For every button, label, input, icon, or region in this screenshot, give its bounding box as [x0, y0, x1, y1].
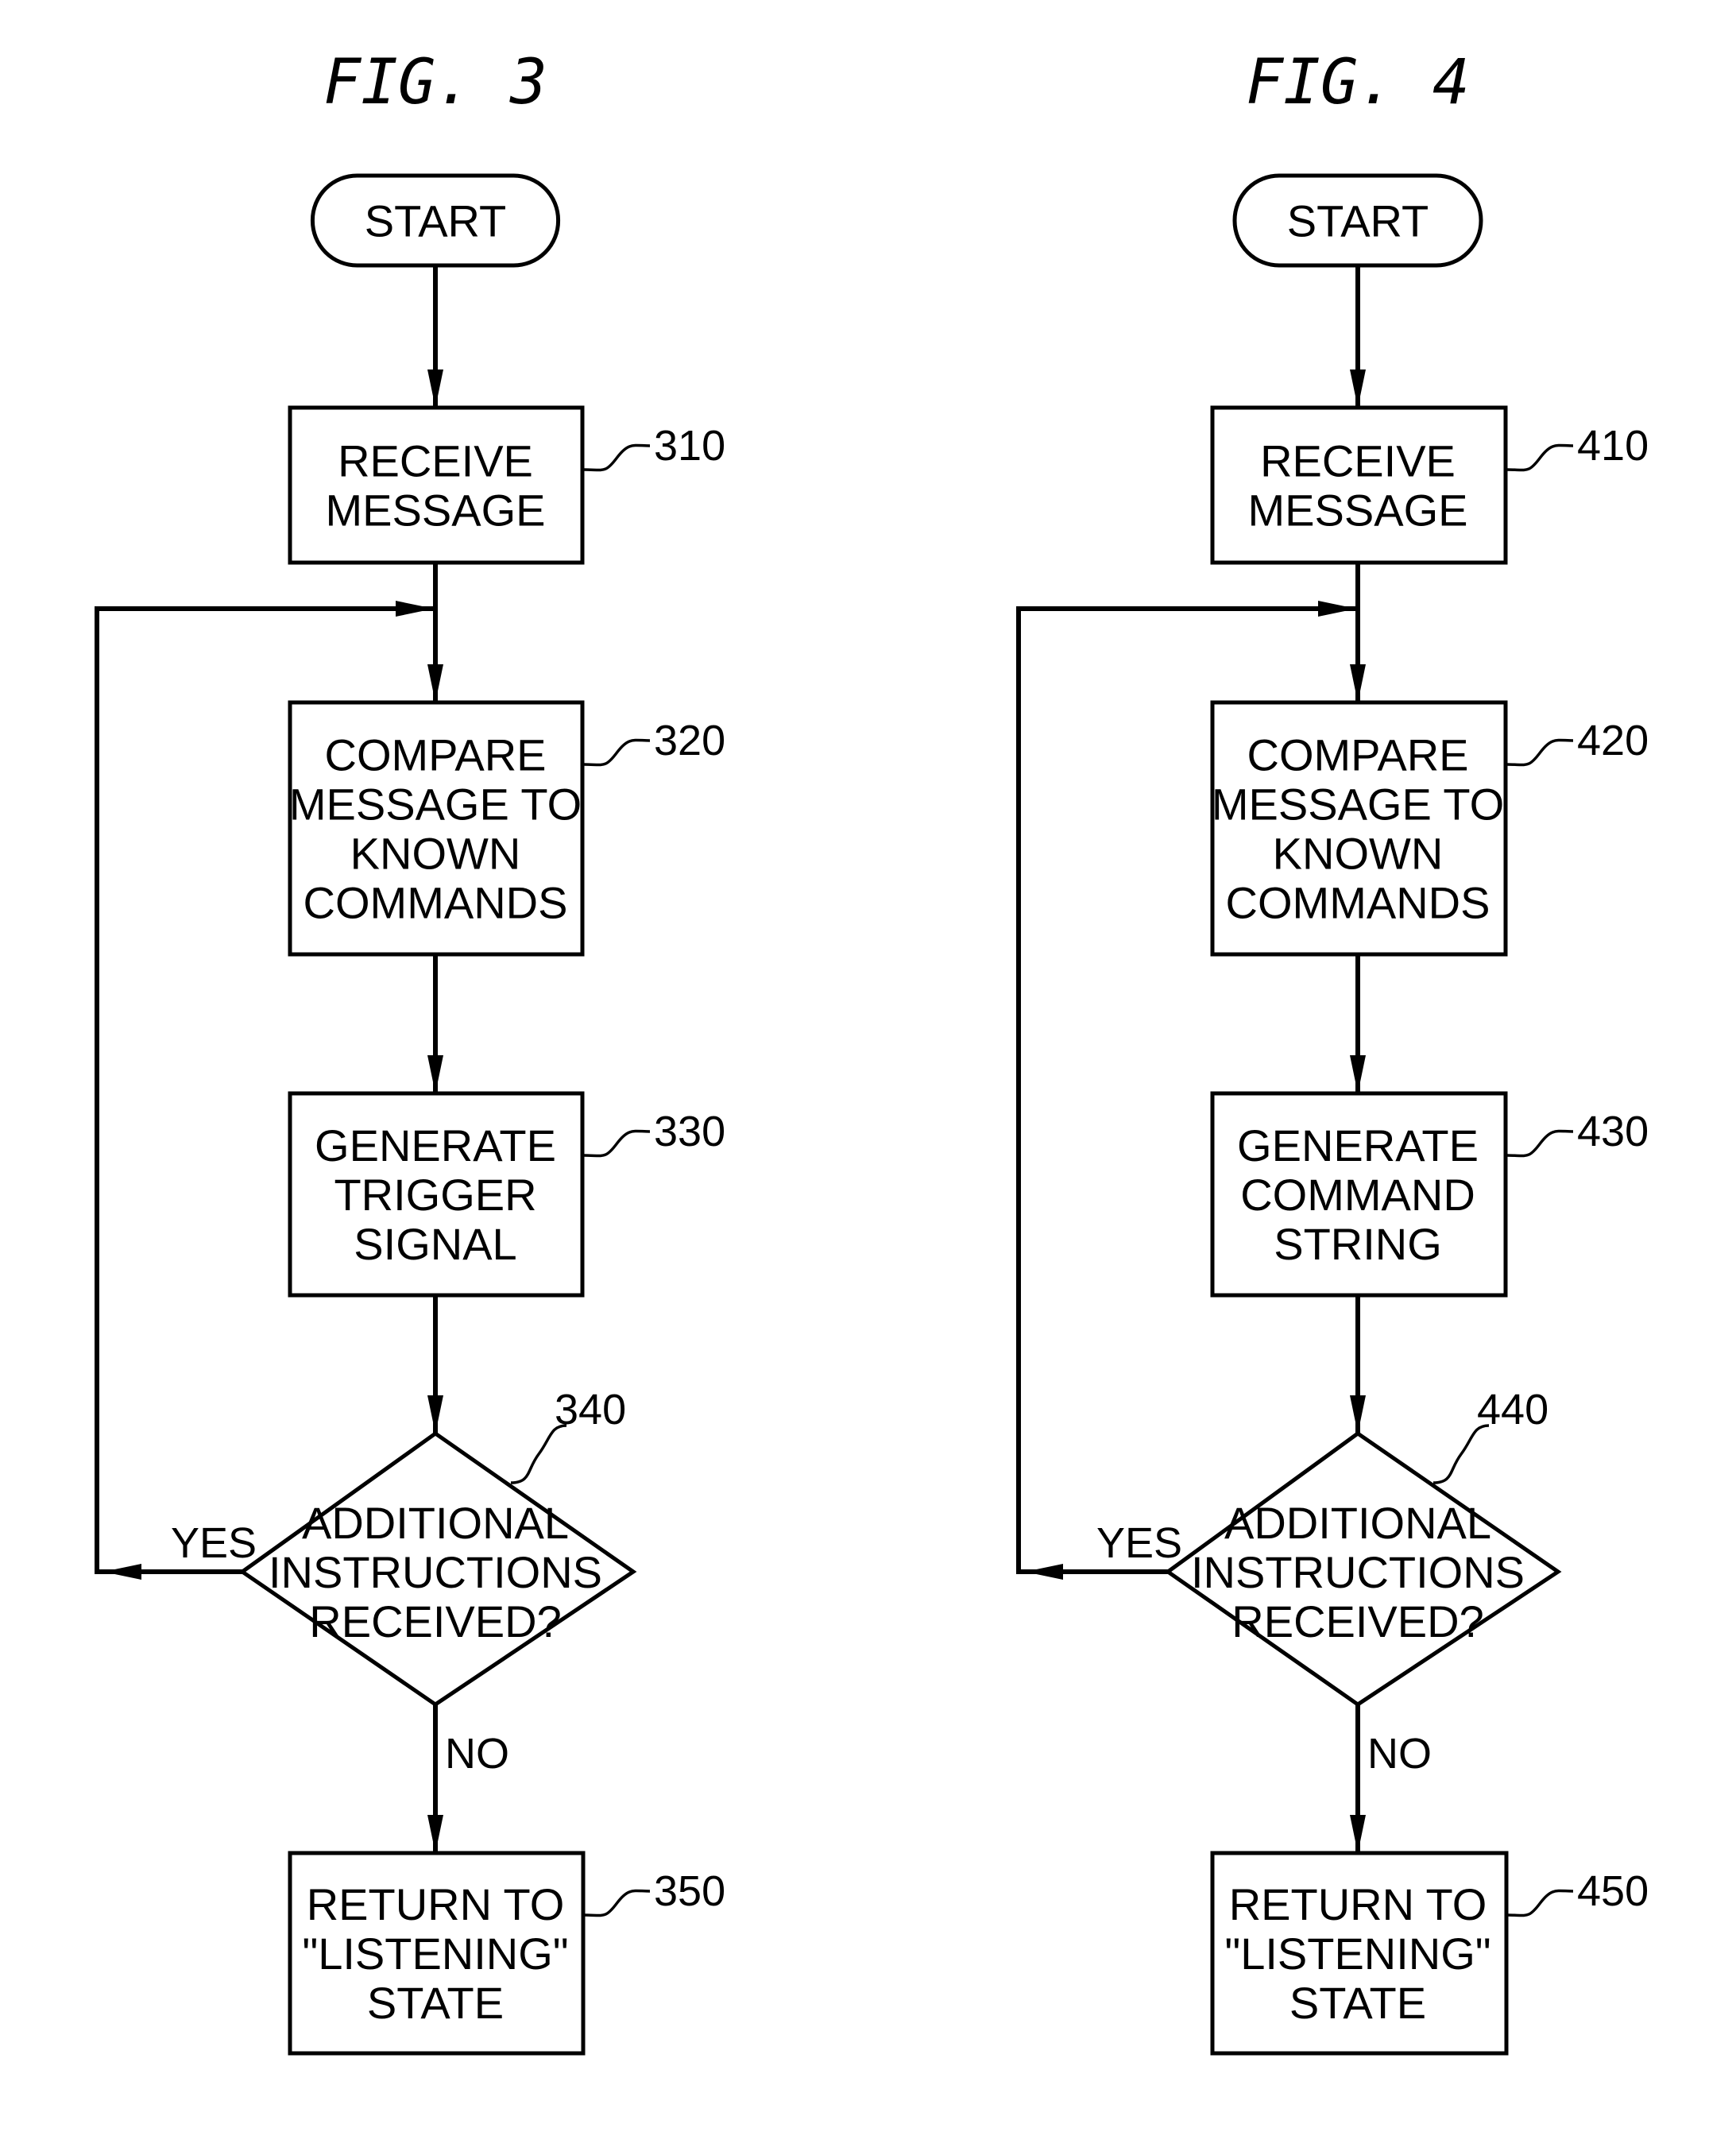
process-text-line: RECEIVE [1260, 436, 1456, 486]
process-text-line: RETURN TO [307, 1879, 565, 1929]
process-text-line: STATE [1289, 1978, 1426, 2028]
process-text-line: STRING [1274, 1219, 1442, 1269]
process-text-line: MESSAGE [1248, 486, 1468, 536]
start-label: START [1287, 196, 1429, 246]
reference-leader-line [583, 1129, 651, 1158]
process-text-line: COMMANDS [304, 878, 568, 928]
reference-numeral: 310 [654, 422, 725, 470]
process-text-line: RETURN TO [1229, 1879, 1487, 1929]
decision-text-line: RECEIVED? [1231, 1596, 1483, 1646]
reference-leader-line [583, 738, 651, 767]
process-text-line: COMPARE [1247, 730, 1469, 780]
process-text-line: "LISTENING" [302, 1929, 568, 1979]
reference-leader-line [1506, 443, 1574, 472]
reference-leader-line [1506, 1889, 1574, 1917]
process-text-line: STATE [367, 1978, 504, 2028]
process-text-line: RECEIVE [338, 436, 533, 486]
process-text-line: COMPARE [325, 730, 547, 780]
process-text-line: SIGNAL [354, 1219, 516, 1269]
decision-text-line: INSTRUCTIONS [1191, 1547, 1525, 1597]
arrowhead-left-icon [1025, 1564, 1063, 1580]
figure-4: FIG. 4 START RECEIVEMESSAGE 410 COMPAREMESSA… [1016, 47, 1649, 2056]
yes-branch-label: YES [171, 1519, 257, 1567]
process-text-line: MESSAGE [326, 486, 546, 536]
reference-leader-line [1506, 1129, 1574, 1158]
process-text-line: KNOWN [1273, 829, 1444, 879]
reference-leader-line [1432, 1424, 1490, 1484]
reference-numeral: 340 [555, 1386, 626, 1433]
arrowhead-down-icon [427, 1055, 443, 1093]
reference-leader-line [583, 1889, 651, 1917]
process-text-line: GENERATE [315, 1120, 556, 1170]
arrowhead-down-icon [1350, 1395, 1366, 1433]
arrowhead-right-icon [396, 601, 434, 617]
arrowhead-right-icon [1318, 601, 1356, 617]
process-text-line: MESSAGE TO [289, 780, 582, 830]
reference-leader-line [583, 443, 651, 472]
arrowhead-down-icon [1350, 1055, 1366, 1093]
no-branch-label: NO [1367, 1730, 1432, 1778]
process-text-line: COMMAND [1240, 1170, 1475, 1220]
arrowhead-down-icon [1350, 664, 1366, 702]
decision-text-line: ADDITIONAL [302, 1498, 569, 1548]
reference-leader-line [1506, 738, 1574, 767]
figure-3: FIG. 3 START RECEIVEMESSAGE 310 COMPAREMESSA… [95, 47, 725, 2056]
decision-text-line: RECEIVED? [309, 1596, 561, 1646]
arrowhead-down-icon [1350, 369, 1366, 408]
reference-numeral: 450 [1577, 1867, 1649, 1915]
reference-numeral: 330 [654, 1108, 725, 1155]
reference-numeral: 350 [654, 1867, 725, 1915]
reference-leader-line [510, 1424, 567, 1484]
arrowhead-down-icon [427, 1815, 443, 1853]
figure-title: FIG. 4 [1246, 47, 1470, 118]
reference-numeral: 430 [1577, 1108, 1649, 1155]
yes-branch-label: YES [1096, 1519, 1182, 1567]
reference-numeral: 410 [1577, 422, 1649, 470]
arrowhead-down-icon [1350, 1815, 1366, 1853]
figure-title: FIG. 3 [323, 47, 547, 118]
process-text-line: GENERATE [1237, 1120, 1479, 1170]
flowchart-canvas: FIG. 3STARTRECEIVEMESSAGE310COMPAREMESSA… [95, 47, 1649, 2056]
start-label: START [365, 196, 506, 246]
process-text-line: KNOWN [350, 829, 521, 879]
no-branch-label: NO [445, 1730, 509, 1778]
process-text-line: COMMANDS [1226, 878, 1490, 928]
reference-numeral: 320 [654, 717, 725, 764]
reference-numeral: 440 [1477, 1386, 1548, 1433]
process-text-line: "LISTENING" [1224, 1929, 1490, 1979]
arrowhead-down-icon [427, 664, 443, 702]
process-text-line: TRIGGER [334, 1170, 536, 1220]
process-text-line: MESSAGE TO [1212, 780, 1504, 830]
arrowhead-down-icon [427, 1395, 443, 1433]
reference-numeral: 420 [1577, 717, 1649, 764]
arrowhead-left-icon [103, 1564, 141, 1580]
arrowhead-down-icon [427, 369, 443, 408]
decision-text-line: ADDITIONAL [1224, 1498, 1491, 1548]
decision-text-line: INSTRUCTIONS [269, 1547, 602, 1597]
